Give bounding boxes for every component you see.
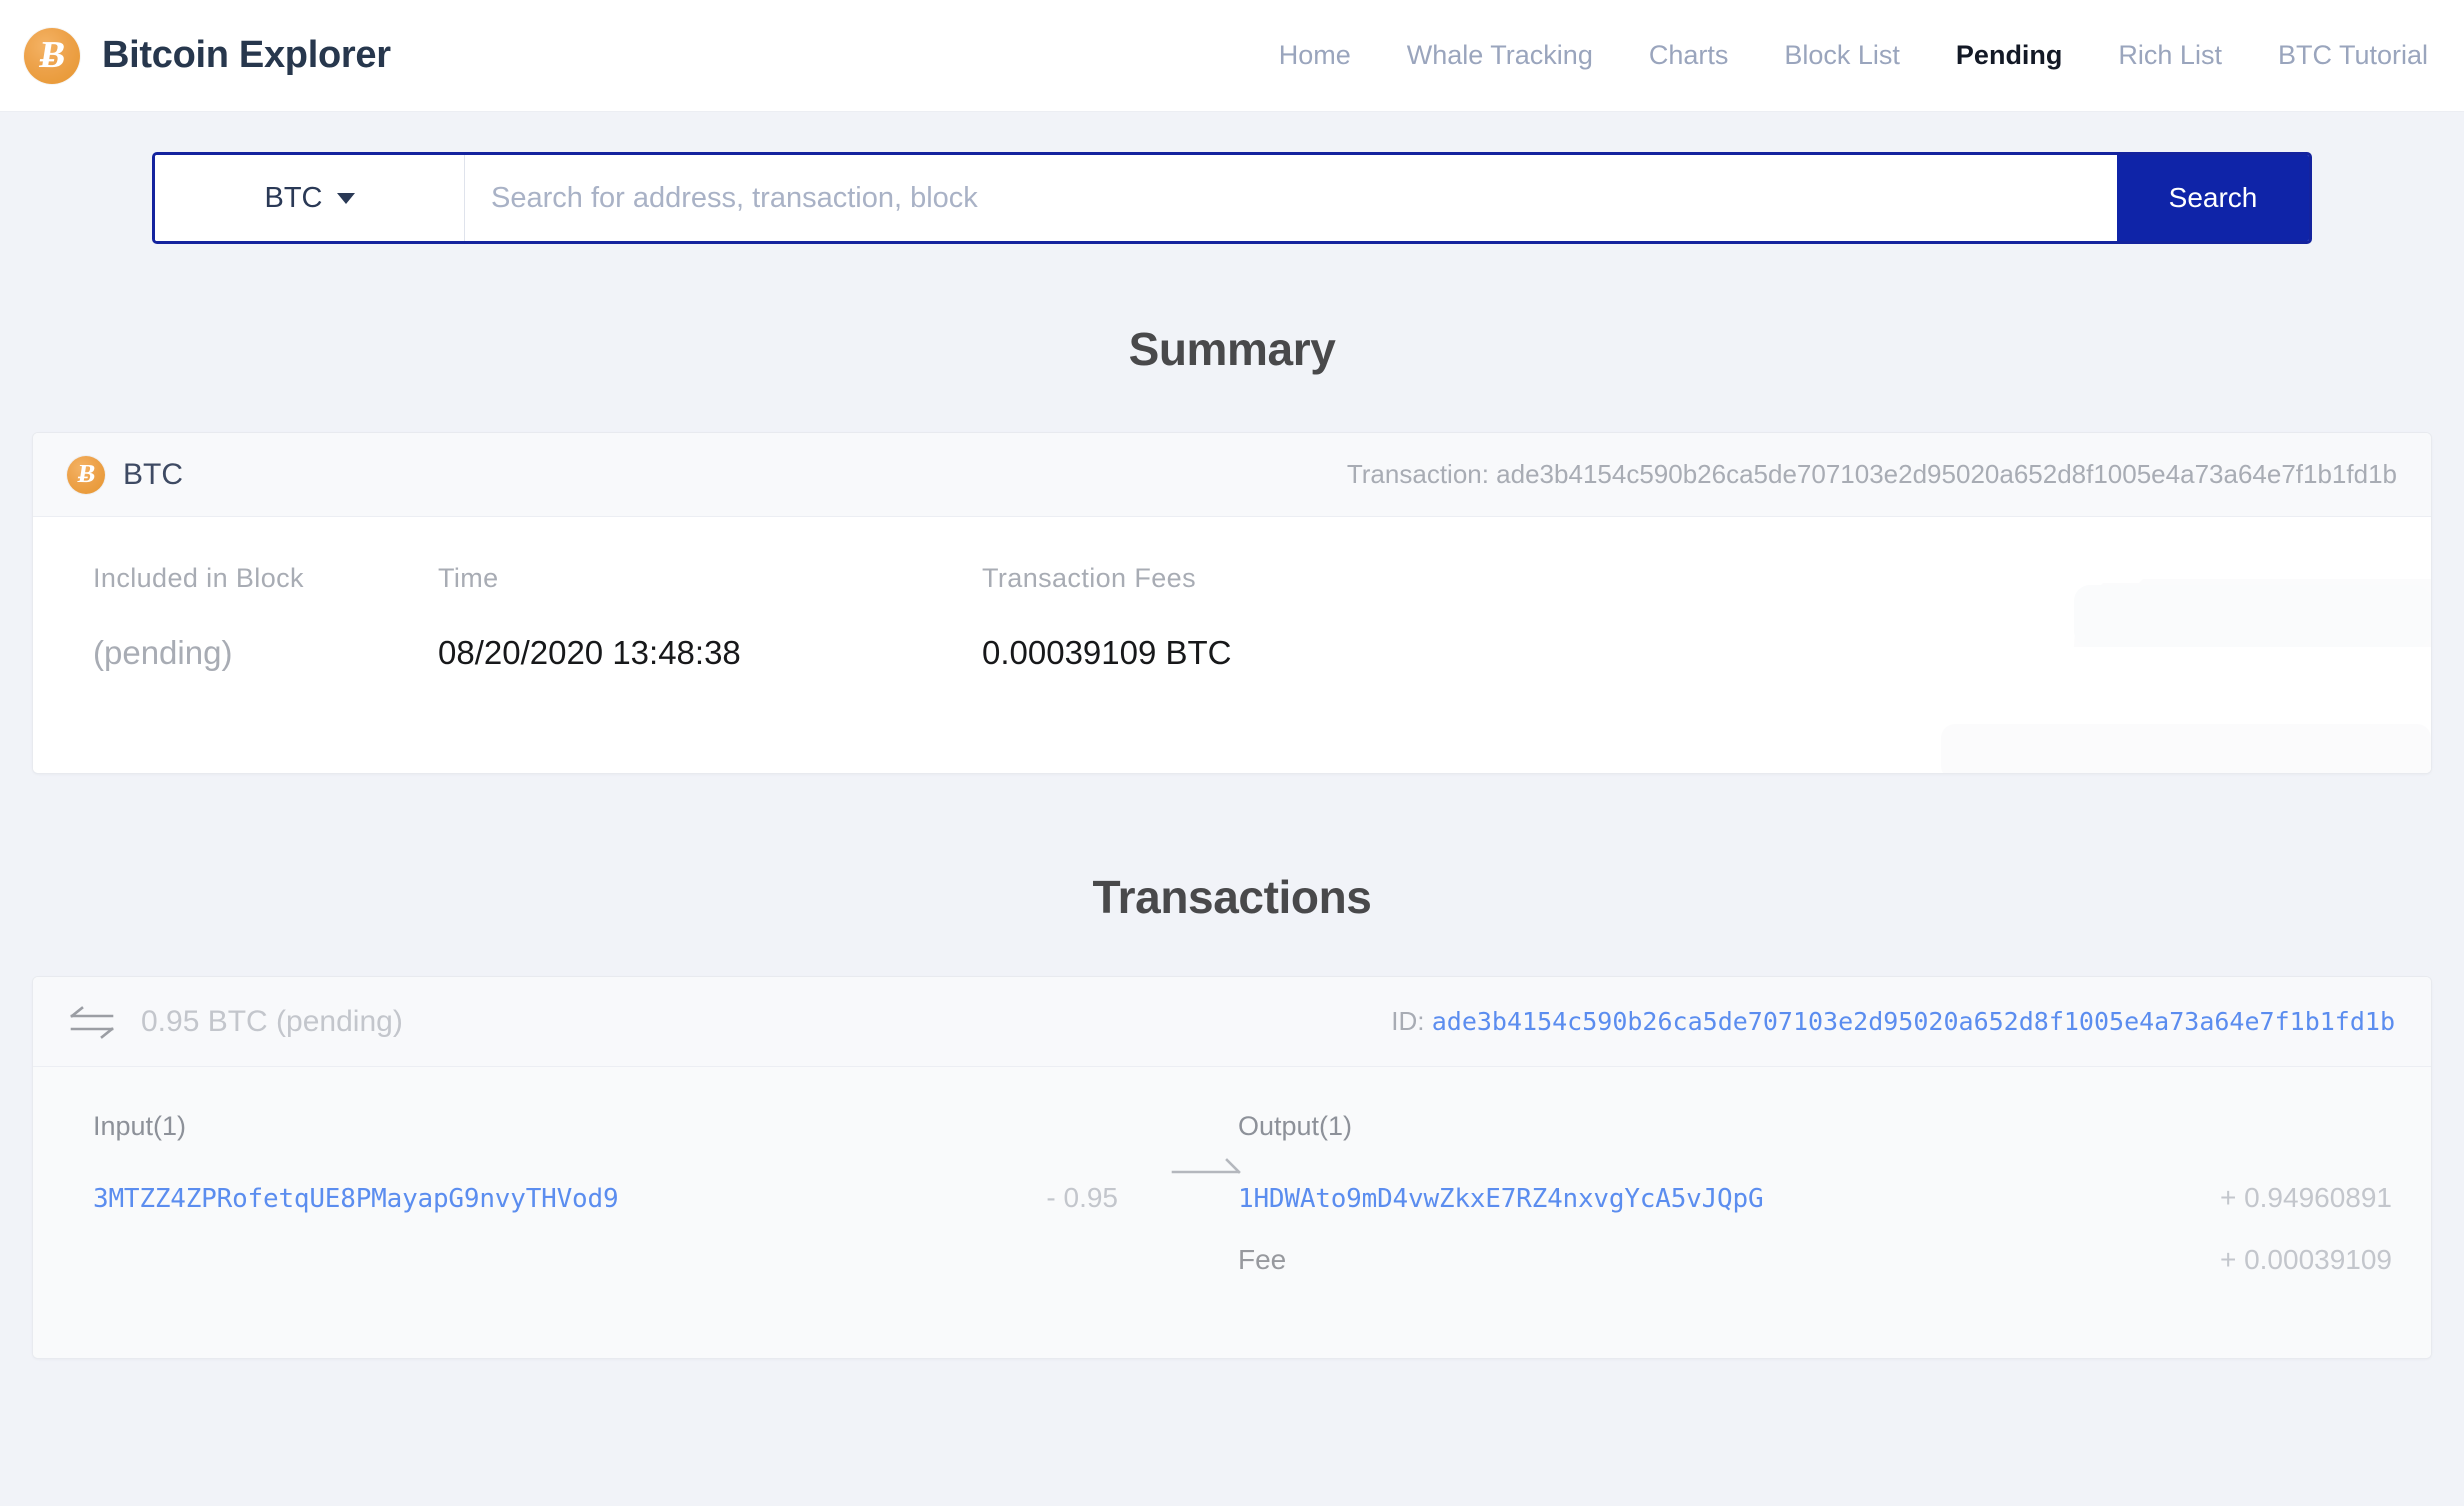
transaction-io: Input(1) 3MTZZ4ZPRofetqUE8PMayapG9nvyTHV…	[33, 1067, 2431, 1358]
inputs-title: Input(1)	[93, 1111, 187, 1141]
site-header: Ƀ Bitcoin Explorer Home Whale Tracking C…	[0, 0, 2464, 112]
nav-item-block-list[interactable]: Block List	[1756, 40, 1928, 71]
output-address-link[interactable]: 1HDWAto9mD4vwZkxE7RZ4nxvgYcA5vJQpG	[1238, 1184, 1764, 1214]
coin-select-dropdown[interactable]: BTC	[155, 155, 465, 241]
main-navigation: Home Whale Tracking Charts Block List Pe…	[1251, 40, 2428, 71]
summary-fields: Included in Block (pending) Time 08/20/2…	[33, 563, 2431, 672]
summary-section-title: Summary	[1128, 323, 1336, 375]
input-row: 3MTZZ4ZPRofetqUE8PMayapG9nvyTHVod9 - 0.9…	[93, 1182, 1238, 1244]
summary-transaction-hash: Transaction: ade3b4154c590b26ca5de707103…	[1346, 459, 2397, 489]
search-button[interactable]: Search	[2117, 155, 2309, 241]
transaction-id-prefix: ID:	[1391, 1006, 1425, 1036]
nav-item-whale-tracking[interactable]: Whale Tracking	[1379, 40, 1621, 71]
nav-item-home[interactable]: Home	[1251, 40, 1379, 71]
summary-card: Ƀ BTC Transaction: ade3b4154c590b26ca5de…	[32, 432, 2432, 774]
bitcoin-coin-icon: Ƀ	[67, 455, 105, 494]
search-section: BTC Search	[0, 112, 2464, 244]
transaction-id-link[interactable]: ade3b4154c590b26ca5de707103e2d95020a652d…	[1432, 1007, 2395, 1036]
transaction-summary: 0.95 BTC (pending)	[69, 1004, 403, 1040]
summary-coin: Ƀ BTC	[67, 455, 183, 494]
summary-label: Transaction Fees	[982, 563, 1196, 593]
transaction-outputs: Output(1) 1HDWAto9mD4vwZkxE7RZ4nxvgYcA5v…	[1238, 1111, 2398, 1306]
coin-select-value: BTC	[264, 181, 323, 214]
summary-coin-label: BTC	[123, 457, 183, 491]
input-address-link[interactable]: 3MTZZ4ZPRofetqUE8PMayapG9nvyTHVod9	[93, 1184, 619, 1214]
fee-amount: + 0.00039109	[2219, 1244, 2392, 1275]
summary-label: Included in Block	[93, 563, 304, 593]
summary-label: Time	[438, 563, 499, 593]
search-input[interactable]	[465, 155, 2117, 241]
chevron-down-icon	[336, 192, 355, 204]
bitcoin-glyph: Ƀ	[36, 33, 68, 76]
arrow-right-icon	[1171, 1158, 1241, 1174]
search-bar: BTC Search	[152, 152, 2312, 244]
nav-item-pending[interactable]: Pending	[1928, 40, 2091, 71]
summary-field-included-in-block: Included in Block (pending)	[93, 563, 438, 672]
nav-item-btc-tutorial[interactable]: BTC Tutorial	[2250, 40, 2428, 71]
input-amount: - 0.95	[1046, 1182, 1118, 1213]
summary-card-body: Included in Block (pending) Time 08/20/2…	[33, 517, 2431, 773]
transactions-section-title: Transactions	[1092, 871, 1372, 923]
summary-value: (pending)	[93, 634, 233, 671]
swap-arrows-icon	[70, 1005, 114, 1039]
brand-title: Bitcoin Explorer	[102, 34, 391, 76]
summary-value: 0.00039109 BTC	[982, 634, 1232, 671]
outputs-title: Output(1)	[1238, 1111, 1353, 1141]
bitcoin-coin-icon: Ƀ	[24, 27, 80, 84]
fee-row: Fee + 0.00039109	[1238, 1244, 2398, 1306]
output-amount: + 0.94960891	[2219, 1182, 2392, 1213]
brand[interactable]: Ƀ Bitcoin Explorer	[24, 27, 391, 84]
nav-item-rich-list[interactable]: Rich List	[2090, 40, 2250, 71]
output-row: 1HDWAto9mD4vwZkxE7RZ4nxvgYcA5vJQpG + 0.9…	[1238, 1182, 2398, 1244]
summary-value: 08/20/2020 13:48:38	[438, 634, 741, 671]
summary-field-transaction-fees: Transaction Fees 0.00039109 BTC	[982, 563, 1582, 672]
transaction-card: 0.95 BTC (pending) ID: ade3b4154c590b26c…	[32, 976, 2432, 1359]
transaction-inputs: Input(1) 3MTZZ4ZPRofetqUE8PMayapG9nvyTHV…	[93, 1111, 1238, 1244]
bitcoin-glyph: Ƀ	[75, 458, 97, 488]
nav-item-charts[interactable]: Charts	[1621, 40, 1757, 71]
transaction-id-row: ID: ade3b4154c590b26ca5de707103e2d95020a…	[1391, 1006, 2395, 1037]
fee-label: Fee	[1238, 1244, 1287, 1275]
transaction-card-header: 0.95 BTC (pending) ID: ade3b4154c590b26c…	[33, 977, 2431, 1067]
summary-card-header: Ƀ BTC Transaction: ade3b4154c590b26ca5de…	[33, 433, 2431, 517]
summary-field-time: Time 08/20/2020 13:48:38	[438, 563, 982, 672]
transaction-amount: 0.95 BTC (pending)	[141, 1004, 403, 1038]
